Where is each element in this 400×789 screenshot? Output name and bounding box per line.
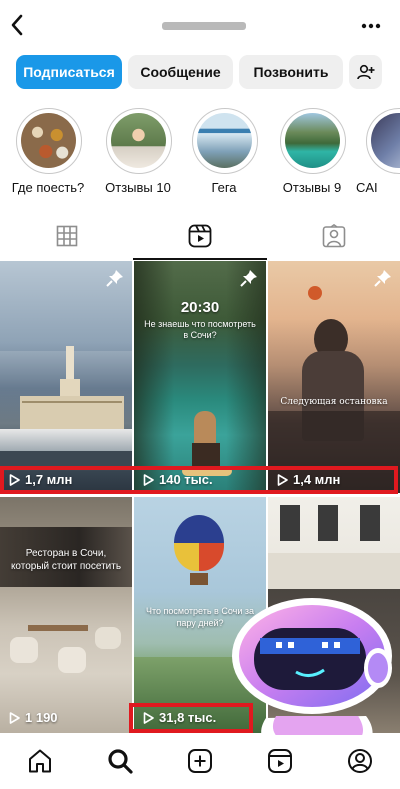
- username-placeholder: [162, 22, 246, 30]
- add-person-icon: [356, 64, 374, 80]
- top-bar: [0, 0, 400, 50]
- tagged-icon: [322, 224, 345, 248]
- reel-overlay-title: Следующая остановка: [280, 397, 388, 407]
- create-icon: [188, 749, 212, 773]
- search-icon: [108, 749, 133, 774]
- ellipsis-icon: [361, 23, 381, 29]
- highlight-cover: [111, 113, 166, 168]
- nav-home[interactable]: [24, 745, 56, 777]
- reel-thumbnail[interactable]: Ресторан в Сочи, который стоит посетить …: [0, 497, 132, 733]
- nav-reels[interactable]: [264, 745, 296, 777]
- tab-reels[interactable]: [133, 212, 266, 260]
- highlight-label: CAI: [356, 180, 378, 195]
- reel-overlay-subtitle: Не знаешь что посмотреть в Сочи?: [144, 319, 256, 340]
- story-highlights: Где поесть? Отзывы 10 Гега Отзывы 9 CAI: [0, 108, 400, 204]
- reel-overlay-title: Ресторан в Сочи, который стоит посетить: [10, 548, 122, 572]
- chevron-left-icon: [11, 14, 23, 36]
- pin-icon: [106, 269, 124, 287]
- reel-thumbnail[interactable]: 20:30 Не знаешь что посмотреть в Сочи? 1…: [134, 261, 266, 493]
- tab-tagged[interactable]: [267, 212, 400, 260]
- nav-create[interactable]: [184, 745, 216, 777]
- highlight-ring: [106, 108, 172, 174]
- reel-thumbnail[interactable]: Следующая остановка 1,4 млн: [268, 261, 400, 493]
- view-count: 1 190: [9, 710, 58, 725]
- back-button[interactable]: [6, 11, 28, 39]
- highlight-cover: [197, 113, 252, 168]
- call-button[interactable]: Позвонить: [239, 55, 343, 89]
- view-count-text: 1 190: [25, 710, 58, 725]
- reel-thumbnail[interactable]: 1,7 млн: [0, 261, 132, 493]
- highlight-label: Отзывы 10: [105, 180, 171, 195]
- reel-overlay-title: 20:30: [180, 299, 220, 316]
- message-button[interactable]: Сообщение: [128, 55, 233, 89]
- reels-icon: [188, 224, 211, 248]
- reels-icon: [268, 749, 292, 773]
- highlight-cover: [285, 113, 340, 168]
- add-friend-button[interactable]: [349, 55, 382, 89]
- highlight-cover: [371, 113, 400, 168]
- highlight-label: Где поесть?: [11, 180, 85, 195]
- highlight-ring: [16, 108, 82, 174]
- tab-grid[interactable]: [0, 212, 133, 260]
- pin-icon: [240, 269, 258, 287]
- highlight-label: Отзывы 9: [282, 180, 342, 195]
- follow-button[interactable]: Подписаться: [16, 55, 122, 89]
- highlight-label: Гега: [211, 180, 237, 195]
- bottom-nav: [0, 735, 400, 789]
- pin-icon: [374, 269, 392, 287]
- more-button[interactable]: [356, 14, 386, 38]
- highlight-ring: [192, 108, 258, 174]
- highlight-ring: [280, 108, 346, 174]
- profile-icon: [348, 749, 372, 773]
- nav-search[interactable]: [104, 745, 136, 777]
- highlight-frame-row: [0, 466, 398, 494]
- home-icon: [29, 749, 51, 773]
- active-tab-indicator: [133, 258, 267, 260]
- play-icon: [9, 711, 20, 724]
- grid-icon: [56, 225, 77, 247]
- robot-sticker: [226, 598, 394, 748]
- profile-tabs: [0, 212, 400, 260]
- nav-profile[interactable]: [344, 745, 376, 777]
- highlight-ring: [366, 108, 400, 174]
- highlight-cover: [21, 113, 76, 168]
